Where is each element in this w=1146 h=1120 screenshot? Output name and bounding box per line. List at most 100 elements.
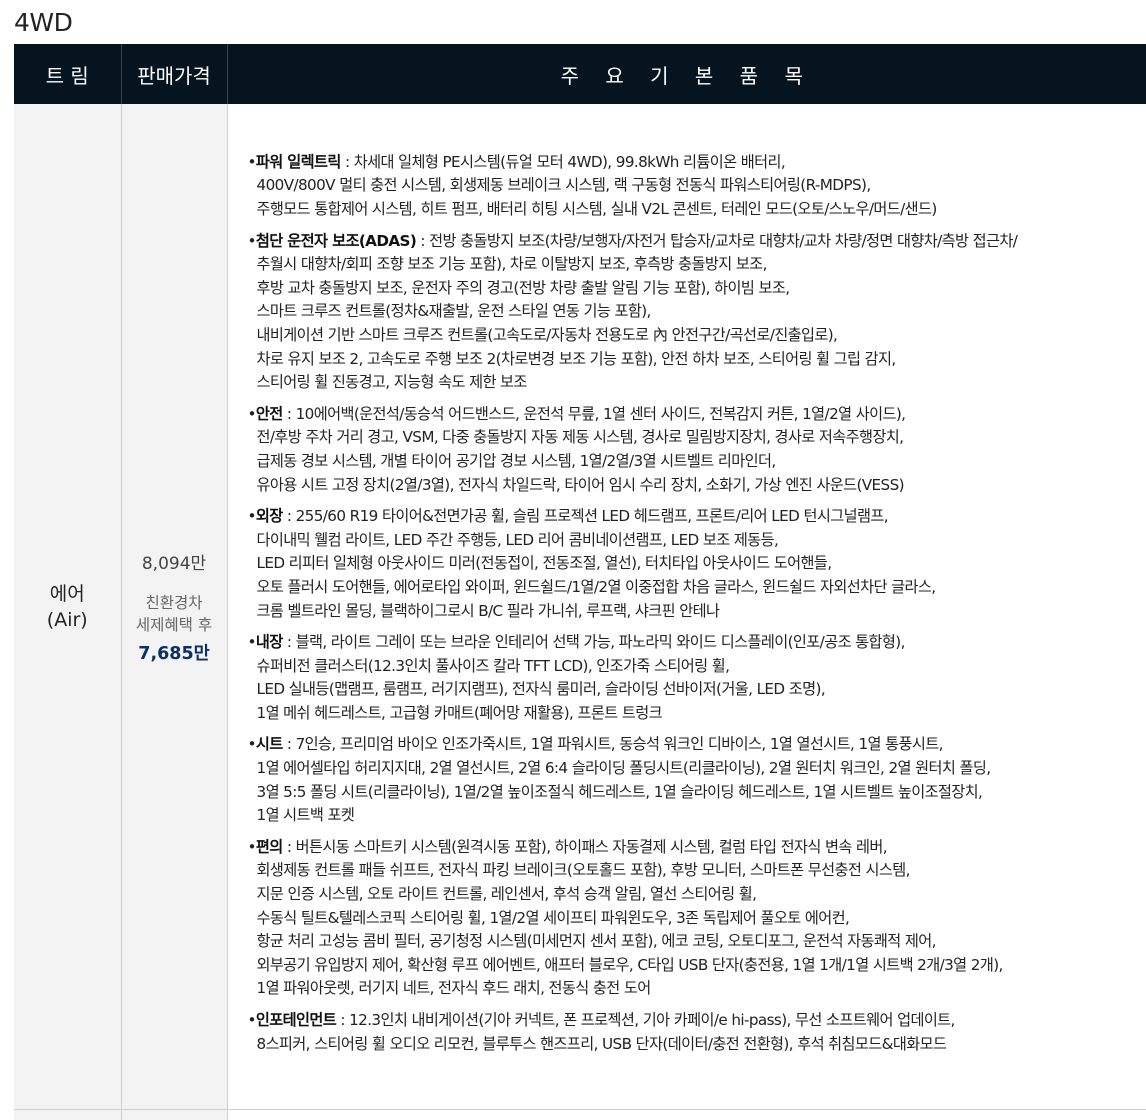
feature-text: 후방 교차 충돌방지 보조, 운전자 주의 경고(전방 차량 출발 알림 기능 … <box>257 279 790 297</box>
bullet-icon: • <box>248 232 256 250</box>
feature-group-first-line: •내장 : 블랙, 라이트 그레이 또는 브라운 인테리어 선택 가능, 파노라… <box>248 631 1146 655</box>
feature-group-first-line: •편의 : 버튼시동 스마트키 시스템(원격시동 포함), 하이패스 자동결제 … <box>248 836 1146 860</box>
feature-group: •첨단 운전자 보조(ADAS) : 전방 충돌방지 보조(차량/보행자/자전거… <box>248 230 1146 395</box>
feature-text: : 7인승, 프리미엄 바이오 인조가죽시트, 1열 파워시트, 동승석 워크인… <box>283 735 943 753</box>
feature-text: 오토 플러시 도어핸들, 에어로타입 와이퍼, 윈드쉴드/1열/2열 이중접합 … <box>257 578 936 596</box>
feature-group-line: 주행모드 통합제어 시스템, 히트 펌프, 배터리 히팅 시스템, 실내 V2L… <box>248 198 1146 222</box>
bullet-icon: • <box>248 735 256 753</box>
feature-text: 1열 파워아웃렛, 러기지 네트, 전자식 후드 래치, 전동식 충전 도어 <box>257 979 651 997</box>
bullet-icon: • <box>248 838 256 856</box>
feature-group-line: 스티어링 휠 진동경고, 지능형 속도 제한 보조 <box>248 371 1146 395</box>
feature-group-line: 후방 교차 충돌방지 보조, 운전자 주의 경고(전방 차량 출발 알림 기능 … <box>248 277 1146 301</box>
eco-tax-label-2: 세제혜택 후 <box>123 614 226 636</box>
feature-group: •내장 : 블랙, 라이트 그레이 또는 브라운 인테리어 선택 가능, 파노라… <box>248 631 1146 725</box>
feature-group-line: 수동식 틸트&텔레스코픽 스티어링 휠, 1열/2열 세이프티 파워윈도우, 3… <box>248 907 1146 931</box>
feature-text: : 차세대 일체형 PE시스템(듀얼 모터 4WD), 99.8kWh 리튬이온… <box>341 153 785 171</box>
trim-spec-table: 트 림 판매가격 주 요 기 본 품 목 에어 (Air) 8,094만 친환경… <box>14 44 1146 1120</box>
feature-group-line: 3열 5:5 폴딩 시트(리클라이닝), 1열/2열 높이조절식 헤드레스트, … <box>248 781 1146 805</box>
feature-group-line: LED 실내등(맵램프, 룸램프, 러기지램프), 전자식 룸미러, 슬라이딩 … <box>248 678 1146 702</box>
feature-group-line: 1열 시트백 포켓 <box>248 804 1146 828</box>
feature-group-line: 스마트 크루즈 컨트롤(정차&재출발, 운전 스타일 연동 기능 포함), <box>248 300 1146 324</box>
feature-group: •편의 : 버튼시동 스마트키 시스템(원격시동 포함), 하이패스 자동결제 … <box>248 836 1146 1001</box>
feature-text: 외부공기 유입방지 제어, 확산형 루프 에어벤트, 애프터 블로우, C타입 … <box>257 956 1003 974</box>
feature-group-line: 400V/800V 멀티 충전 시스템, 회생제동 브레이크 시스템, 랙 구동… <box>248 174 1146 198</box>
feature-group-name: 파워 일렉트릭 <box>256 153 341 171</box>
feature-text: : 10에어백(운전석/동승석 어드밴스드, 운전석 무릎, 1열 센터 사이드… <box>283 405 906 423</box>
table-header-row: 트 림 판매가격 주 요 기 본 품 목 <box>14 44 1146 104</box>
feature-group-line: 내비게이션 기반 스마트 크루즈 컨트롤(고속도로/자동차 전용도로 內 안전구… <box>248 324 1146 348</box>
bullet-icon: • <box>248 153 256 171</box>
feature-text: 전/후방 주차 거리 경고, VSM, 다중 충돌방지 자동 제동 시스템, 경… <box>257 428 904 446</box>
section-heading: 4WD <box>14 8 72 37</box>
feature-group: •안전 : 10에어백(운전석/동승석 어드밴스드, 운전석 무릎, 1열 센터… <box>248 403 1146 497</box>
feature-group-line: 오토 플러시 도어핸들, 에어로타입 와이퍼, 윈드쉴드/1열/2열 이중접합 … <box>248 576 1146 600</box>
feature-text: 400V/800V 멀티 충전 시스템, 회생제동 브레이크 시스템, 랙 구동… <box>257 176 871 194</box>
feature-group-line: 1열 메쉬 헤드레스트, 고급형 카매트(폐어망 재활용), 프론트 트렁크 <box>248 702 1146 726</box>
trim-name-english: (Air) <box>15 607 120 633</box>
feature-text: 지문 인증 시스템, 오토 라이트 컨트롤, 레인센서, 후석 승객 알림, 열… <box>257 885 757 903</box>
feature-group: •외장 : 255/60 R19 타이어&전면가공 휠, 슬림 프로젝션 LED… <box>248 505 1146 623</box>
feature-text: : 12.3인치 내비게이션(기아 커넥트, 폰 프로젝션, 기아 카페이/e … <box>336 1011 955 1029</box>
feature-group-line: 전/후방 주차 거리 경고, VSM, 다중 충돌방지 자동 제동 시스템, 경… <box>248 426 1146 450</box>
feature-text: 8스피커, 스티어링 휠 오디오 리모컨, 블루투스 핸즈프리, USB 단자(… <box>257 1035 947 1053</box>
feature-group-name: 안전 <box>256 405 283 423</box>
feature-group-name: 외장 <box>256 507 283 525</box>
feature-text: 3열 5:5 폴딩 시트(리클라이닝), 1열/2열 높이조절식 헤드레스트, … <box>257 783 983 801</box>
feature-group-first-line: •첨단 운전자 보조(ADAS) : 전방 충돌방지 보조(차량/보행자/자전거… <box>248 230 1146 254</box>
feature-group-line: 크롬 벨트라인 몰딩, 블랙하이그로시 B/C 필라 가니쉬, 루프랙, 샤크핀… <box>248 600 1146 624</box>
feature-text: 항균 처리 고성능 콤비 필터, 공기청정 시스템(미세먼지 센서 포함), 에… <box>257 932 936 950</box>
header-trim: 트 림 <box>14 44 121 104</box>
feature-text: 주행모드 통합제어 시스템, 히트 펌프, 배터리 히팅 시스템, 실내 V2L… <box>257 200 937 218</box>
bullet-icon: • <box>248 507 256 525</box>
feature-group-line: 외부공기 유입방지 제어, 확산형 루프 에어벤트, 애프터 블로우, C타입 … <box>248 954 1146 978</box>
feature-group: •시트 : 7인승, 프리미엄 바이오 인조가죽시트, 1열 파워시트, 동승석… <box>248 733 1146 827</box>
feature-group-line: 1열 파워아웃렛, 러기지 네트, 전자식 후드 래치, 전동식 충전 도어 <box>248 977 1146 1001</box>
feature-text: 1열 메쉬 헤드레스트, 고급형 카매트(폐어망 재활용), 프론트 트렁크 <box>257 704 662 722</box>
feature-group: •인포테인먼트 : 12.3인치 내비게이션(기아 커넥트, 폰 프로젝션, 기… <box>248 1009 1146 1056</box>
feature-text: LED 리피터 일체형 아웃사이드 미러(전동접이, 전동조절, 열선), 터치… <box>257 554 832 572</box>
feature-group-line: 슈퍼비전 클러스터(12.3인치 풀사이즈 칼라 TFT LCD), 인조가죽 … <box>248 655 1146 679</box>
feature-group-line: 1열 에어셀타입 허리지지대, 2열 열선시트, 2열 6:4 슬라이딩 폴딩시… <box>248 757 1146 781</box>
page: 4WD 트 림 판매가격 주 요 기 본 품 목 에어 (Air) 8,094만… <box>0 0 1146 1117</box>
header-main-items: 주 요 기 본 품 목 <box>227 44 1146 104</box>
feature-text: 스마트 크루즈 컨트롤(정차&재출발, 운전 스타일 연동 기능 포함), <box>257 302 651 320</box>
feature-list: •파워 일렉트릭 : 차세대 일체형 PE시스템(듀얼 모터 4WD), 99.… <box>248 151 1146 1056</box>
bullet-icon: • <box>248 633 256 651</box>
feature-group-line: 추월시 대향차/회피 조향 보조 기능 포함), 차로 이탈방지 보조, 후측방… <box>248 253 1146 277</box>
feature-group-first-line: •인포테인먼트 : 12.3인치 내비게이션(기아 커넥트, 폰 프로젝션, 기… <box>248 1009 1146 1033</box>
feature-group-line: 급제동 경보 시스템, 개별 타이어 공기압 경보 시스템, 1열/2열/3열 … <box>248 450 1146 474</box>
feature-text: 슈퍼비전 클러스터(12.3인치 풀사이즈 칼라 TFT LCD), 인조가죽 … <box>257 657 730 675</box>
feature-group-first-line: •외장 : 255/60 R19 타이어&전면가공 휠, 슬림 프로젝션 LED… <box>248 505 1146 529</box>
base-price: 8,094만 <box>123 549 226 574</box>
feature-group-first-line: •시트 : 7인승, 프리미엄 바이오 인조가죽시트, 1열 파워시트, 동승석… <box>248 733 1146 757</box>
feature-text: : 255/60 R19 타이어&전면가공 휠, 슬림 프로젝션 LED 헤드램… <box>283 507 888 525</box>
feature-text: 내비게이션 기반 스마트 크루즈 컨트롤(고속도로/자동차 전용도로 內 안전구… <box>257 326 838 344</box>
eco-tax-label: 친환경차 <box>123 592 226 614</box>
feature-text: 급제동 경보 시스템, 개별 타이어 공기압 경보 시스템, 1열/2열/3열 … <box>257 452 776 470</box>
feature-group-first-line: •안전 : 10에어백(운전석/동승석 어드밴스드, 운전석 무릎, 1열 센터… <box>248 403 1146 427</box>
table-row: 에어 (Air) 8,094만 친환경차 세제혜택 후 7,685만 •파워 일… <box>14 104 1146 1110</box>
feature-group-line: 항균 처리 고성능 콤비 필터, 공기청정 시스템(미세먼지 센서 포함), 에… <box>248 930 1146 954</box>
feature-text: 추월시 대향차/회피 조향 보조 기능 포함), 차로 이탈방지 보조, 후측방… <box>257 255 767 273</box>
feature-group-line: 8스피커, 스티어링 휠 오디오 리모컨, 블루투스 핸즈프리, USB 단자(… <box>248 1033 1146 1057</box>
feature-text: 스티어링 휠 진동경고, 지능형 속도 제한 보조 <box>257 373 527 391</box>
feature-text: 수동식 틸트&텔레스코픽 스티어링 휠, 1열/2열 세이프티 파워윈도우, 3… <box>257 909 850 927</box>
feature-group-line: LED 리피터 일체형 아웃사이드 미러(전동접이, 전동조절, 열선), 터치… <box>248 552 1146 576</box>
feature-text: 크롬 벨트라인 몰딩, 블랙하이그로시 B/C 필라 가니쉬, 루프랙, 샤크핀… <box>257 602 720 620</box>
feature-text: 1열 시트백 포켓 <box>257 806 355 824</box>
feature-group: •파워 일렉트릭 : 차세대 일체형 PE시스템(듀얼 모터 4WD), 99.… <box>248 151 1146 222</box>
feature-group-line: 지문 인증 시스템, 오토 라이트 컨트롤, 레인센서, 후석 승객 알림, 열… <box>248 883 1146 907</box>
bullet-icon: • <box>248 405 256 423</box>
feature-group-name: 첨단 운전자 보조(ADAS) <box>256 232 416 250</box>
feature-group-name: 시트 <box>256 735 283 753</box>
price-cell: 8,094만 친환경차 세제혜택 후 7,685만 <box>121 104 227 1110</box>
feature-group-line: 회생제동 컨트롤 패들 쉬프트, 전자식 파킹 브레이크(오토홀드 포함), 후… <box>248 859 1146 883</box>
feature-list-cell: •파워 일렉트릭 : 차세대 일체형 PE시스템(듀얼 모터 4WD), 99.… <box>227 104 1146 1110</box>
header-price: 판매가격 <box>121 44 227 104</box>
feature-group-name: 인포테인먼트 <box>256 1011 336 1029</box>
feature-group-line: 다이내믹 웰컴 라이트, LED 주간 주행등, LED 리어 콤비네이션램프,… <box>248 529 1146 553</box>
feature-text: 차로 유지 보조 2, 고속도로 주행 보조 2(차로변경 보조 기능 포함),… <box>257 350 896 368</box>
feature-text: 1열 에어셀타입 허리지지대, 2열 열선시트, 2열 6:4 슬라이딩 폴딩시… <box>257 759 991 777</box>
trim-cell: 에어 (Air) <box>14 104 121 1110</box>
price-after-tax-benefit: 7,685만 <box>123 640 226 665</box>
